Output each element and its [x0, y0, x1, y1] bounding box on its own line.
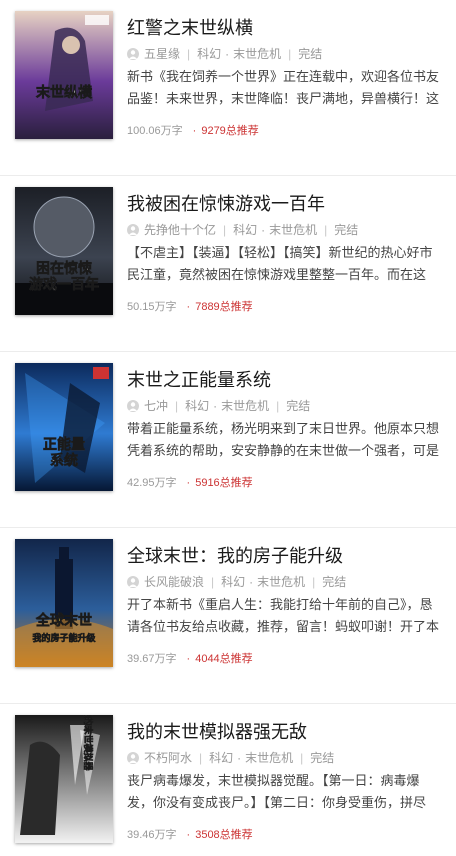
recommend-count: 3508总推荐	[195, 829, 253, 841]
recommend-count: 5916总推荐	[195, 477, 253, 489]
book-category[interactable]: 科幻	[197, 45, 221, 62]
book-subcategory[interactable]: 末世危机	[269, 221, 317, 238]
book-item[interactable]: 末世纵横 红警之末世纵横 五星缘 | 科幻 · 末世危机 | 完结 新书《我在饲…	[0, 0, 456, 176]
book-category[interactable]: 科幻	[233, 221, 257, 238]
stats-dot: ·	[186, 653, 191, 665]
book-item[interactable]: 我的末世模拟器 我的末世模拟器强无敌 不朽阿水 | 科幻 · 末世危机 | 完结…	[0, 704, 456, 856]
book-category[interactable]: 科幻	[209, 749, 233, 766]
book-item[interactable]: 全球末世我的房子能升级 全球末世：我的房子能升级 长风能破浪 | 科幻 · 末世…	[0, 528, 456, 704]
book-meta: 不朽阿水 | 科幻 · 末世危机 | 完结	[127, 749, 334, 766]
divider: |	[187, 46, 191, 61]
book-cover[interactable]: 我的末世模拟器	[15, 715, 113, 843]
book-subcategory[interactable]: 末世危机	[257, 573, 305, 590]
stats-dot: ·	[192, 125, 197, 137]
stats-dot: ·	[186, 829, 191, 841]
cover-title-text: 困在惊悚	[36, 260, 93, 277]
book-status: 完结	[322, 575, 347, 589]
author-avatar-icon	[127, 399, 139, 412]
category-dot: ·	[249, 574, 254, 589]
book-title[interactable]: 红警之末世纵横	[127, 14, 253, 40]
author-avatar-icon	[127, 47, 139, 60]
divider: |	[300, 750, 304, 765]
category-dot: ·	[213, 398, 218, 413]
stats-dot: ·	[186, 301, 191, 313]
book-stats: 39.67万字 · 4044总推荐	[127, 650, 253, 666]
category-dot: ·	[261, 222, 266, 237]
cover-title-text: 全球末世	[35, 612, 92, 629]
word-count: 39.46万字	[127, 829, 177, 841]
recommend-count: 4044总推荐	[195, 653, 253, 665]
recommend-count: 7889总推荐	[195, 301, 253, 313]
book-cover[interactable]: 全球末世我的房子能升级	[15, 539, 113, 667]
book-description: 新书《我在饲养一个世界》正在连载中，欢迎各位书友品鉴！未来世界，末世降临！丧尸满…	[127, 69, 440, 106]
divider: |	[288, 46, 292, 61]
divider: |	[324, 222, 328, 237]
book-status: 完结	[298, 47, 323, 61]
book-description: 开了本新书《重启人生：我能打给十年前的自己》，恳请各位书友给点收藏，推荐，留言！…	[127, 597, 440, 634]
book-stats: 42.95万字 · 5916总推荐	[127, 474, 253, 490]
book-meta: 长风能破浪 | 科幻 · 末世危机 | 完结	[127, 573, 346, 590]
book-author[interactable]: 长风能破浪	[144, 573, 204, 590]
cover-art: 末世纵横	[15, 11, 113, 139]
book-item[interactable]: 困在惊悚 游戏一百年 我被困在惊悚游戏一百年 先挣他十个亿 | 科幻 · 末世危机…	[0, 176, 456, 352]
category-dot: ·	[237, 750, 242, 765]
book-meta: 五星缘 | 科幻 · 末世危机 | 完结	[127, 45, 322, 62]
book-author[interactable]: 先挣他十个亿	[144, 221, 216, 238]
cover-art: 困在惊悚游戏一百年	[15, 187, 113, 315]
book-subcategory[interactable]: 末世危机	[221, 397, 269, 414]
cover-title-text: 我的房子能升级	[32, 632, 96, 644]
cover-title-text: 末世纵横	[36, 84, 93, 101]
book-item[interactable]: 正能量 系统 末世之正能量系统 七冲 | 科幻 · 末世危机 | 完结 带着正能量…	[0, 352, 456, 528]
book-status: 完结	[286, 399, 311, 413]
book-status: 完结	[334, 223, 359, 237]
cover-title-text: 正能量	[43, 436, 85, 453]
book-meta: 七冲 | 科幻 · 末世危机 | 完结	[127, 397, 310, 414]
word-count: 50.15万字	[127, 301, 177, 313]
cover-title-text: 我的末世模拟器	[82, 715, 94, 771]
book-stats: 50.15万字 · 7889总推荐	[127, 298, 253, 314]
book-cover[interactable]: 正能量 系统	[15, 363, 113, 491]
author-avatar-icon	[127, 223, 139, 236]
word-count: 100.06万字	[127, 125, 183, 137]
book-status: 完结	[310, 751, 335, 765]
divider: |	[199, 750, 203, 765]
book-cover[interactable]: 困在惊悚 游戏一百年	[15, 187, 113, 315]
divider: |	[223, 222, 227, 237]
book-title[interactable]: 末世之正能量系统	[127, 366, 271, 392]
divider: |	[276, 398, 280, 413]
stats-dot: ·	[186, 477, 191, 489]
cover-title-text: 游戏一百年	[29, 276, 99, 293]
book-description: 【不虐主】【装逼】【轻松】【搞笑】新世纪的热心好市民江童，竟然被困在惊悚游戏里整…	[127, 245, 433, 282]
divider: |	[175, 398, 179, 413]
author-avatar-icon	[127, 751, 139, 764]
cover-title-text: 系统	[50, 452, 78, 469]
book-subcategory[interactable]: 末世危机	[245, 749, 293, 766]
book-description: 带着正能量系统，杨光明来到了末日世界。他原本只想凭着系统的帮助，安安静静的在末世…	[127, 421, 440, 458]
book-author[interactable]: 不朽阿水	[144, 749, 192, 766]
book-subcategory[interactable]: 末世危机	[233, 45, 281, 62]
category-dot: ·	[225, 46, 230, 61]
book-author[interactable]: 七冲	[144, 397, 168, 414]
divider: |	[211, 574, 215, 589]
divider: |	[312, 574, 316, 589]
book-author[interactable]: 五星缘	[144, 45, 180, 62]
book-list: 末世纵横 红警之末世纵横 五星缘 | 科幻 · 末世危机 | 完结 新书《我在饲…	[0, 0, 456, 856]
book-title[interactable]: 我的末世模拟器强无敌	[127, 718, 307, 744]
cover-art: 全球末世我的房子能升级	[15, 539, 113, 667]
cover-art: 我的末世模拟器	[15, 715, 113, 843]
author-avatar-icon	[127, 575, 139, 588]
recommend-count: 9279总推荐	[201, 125, 259, 137]
book-title[interactable]: 全球末世：我的房子能升级	[127, 542, 343, 568]
book-title[interactable]: 我被困在惊悚游戏一百年	[127, 190, 325, 216]
book-category[interactable]: 科幻	[185, 397, 209, 414]
book-stats: 39.46万字 · 3508总推荐	[127, 826, 253, 842]
book-stats: 100.06万字 · 9279总推荐	[127, 122, 259, 138]
book-meta: 先挣他十个亿 | 科幻 · 末世危机 | 完结	[127, 221, 358, 238]
book-cover[interactable]: 末世纵横	[15, 11, 113, 139]
word-count: 42.95万字	[127, 477, 177, 489]
word-count: 39.67万字	[127, 653, 177, 665]
book-description: 丧尸病毒爆发，末世模拟器觉醒。【第一日：病毒爆发，你没有变成丧尸。】【第二日：你…	[127, 773, 427, 810]
book-category[interactable]: 科幻	[221, 573, 245, 590]
cover-art: 正能量系统	[15, 363, 113, 491]
